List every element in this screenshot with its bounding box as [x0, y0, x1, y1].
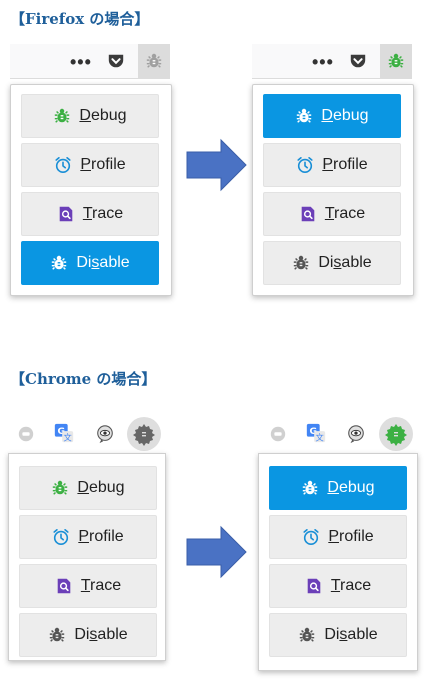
disable-button[interactable]: Disable [269, 613, 407, 657]
debug-button[interactable]: Debug [21, 94, 159, 138]
bug-white-icon [297, 108, 312, 123]
overflow-menu-icon[interactable]: ••• [312, 52, 334, 73]
firefox-popup-before: Debug Profile Trace Disable [10, 84, 172, 296]
disable-label: Disable [74, 626, 128, 643]
profile-label: Profile [328, 528, 374, 545]
bug-gray-icon [294, 255, 309, 270]
trace-search-icon [307, 578, 321, 594]
debug-button[interactable]: Debug [19, 466, 157, 510]
debug-label: Debug [77, 479, 125, 496]
eye-bubble-icon[interactable] [345, 423, 367, 445]
disable-button[interactable]: Disable [21, 241, 159, 285]
profile-button[interactable]: Profile [21, 143, 159, 187]
disable-button[interactable]: Disable [19, 613, 157, 657]
disable-label: Disable [76, 254, 130, 271]
firefox-toolbar-after: ••• [252, 44, 412, 79]
trace-search-icon [59, 206, 73, 222]
trace-label: Trace [330, 577, 372, 594]
pocket-icon[interactable] [349, 52, 367, 70]
debug-label: Debug [79, 107, 127, 124]
chat-bubble-icon[interactable] [16, 424, 36, 444]
extension-gear-green-icon[interactable] [379, 417, 413, 451]
alarm-clock-icon [303, 528, 319, 546]
bug-green-icon [53, 480, 68, 495]
profile-label: Profile [78, 528, 124, 545]
bug-green-icon [55, 108, 70, 123]
overflow-menu-icon[interactable]: ••• [70, 52, 92, 73]
eye-bubble-icon[interactable] [94, 423, 116, 445]
profile-label: Profile [80, 156, 126, 173]
right-arrow-icon [186, 138, 247, 192]
disable-label: Disable [324, 626, 378, 643]
alarm-clock-icon [55, 156, 71, 174]
trace-button[interactable]: Trace [263, 192, 401, 236]
profile-button[interactable]: Profile [19, 515, 157, 559]
bug-gray-icon [50, 627, 65, 642]
debug-button[interactable]: Debug [263, 94, 401, 138]
profile-button[interactable]: Profile [263, 143, 401, 187]
bug-white-icon [303, 480, 318, 495]
alarm-clock-icon [297, 156, 313, 174]
trace-search-icon [57, 578, 71, 594]
debug-label: Debug [321, 107, 369, 124]
trace-label: Trace [80, 577, 122, 594]
disable-button[interactable]: Disable [263, 241, 401, 285]
trace-button[interactable]: Trace [269, 564, 407, 608]
chrome-popup-before: Debug Profile Trace Disable [8, 453, 166, 661]
debug-label: Debug [327, 479, 375, 496]
trace-button[interactable]: Trace [19, 564, 157, 608]
svg-text:文: 文 [64, 432, 72, 442]
profile-button[interactable]: Profile [269, 515, 407, 559]
chrome-popup-after: Debug Profile Trace Disable [258, 453, 418, 671]
chrome-heading: 【Chrome の場合】 [10, 370, 157, 388]
firefox-heading: 【Firefox の場合】 [10, 10, 150, 28]
firefox-toolbar-before: ••• [10, 44, 170, 79]
trace-label: Trace [324, 205, 366, 222]
extension-bug-green-icon[interactable] [380, 44, 412, 78]
extension-bug-gray-icon[interactable] [138, 44, 170, 78]
bug-white-icon [52, 255, 67, 270]
translate-icon[interactable]: G文 [304, 421, 328, 445]
right-arrow-icon [186, 525, 247, 579]
chat-bubble-icon[interactable] [268, 424, 288, 444]
trace-button[interactable]: Trace [21, 192, 159, 236]
bug-gray-icon [300, 627, 315, 642]
disable-label: Disable [318, 254, 372, 271]
svg-text:文: 文 [316, 432, 324, 442]
pocket-icon[interactable] [107, 52, 125, 70]
profile-label: Profile [322, 156, 368, 173]
trace-search-icon [301, 206, 315, 222]
alarm-clock-icon [53, 528, 69, 546]
extension-gear-gray-icon[interactable] [127, 417, 161, 451]
firefox-popup-after: Debug Profile Trace Disable [252, 84, 414, 296]
trace-label: Trace [82, 205, 124, 222]
translate-icon[interactable]: G文 [52, 421, 76, 445]
debug-button[interactable]: Debug [269, 466, 407, 510]
